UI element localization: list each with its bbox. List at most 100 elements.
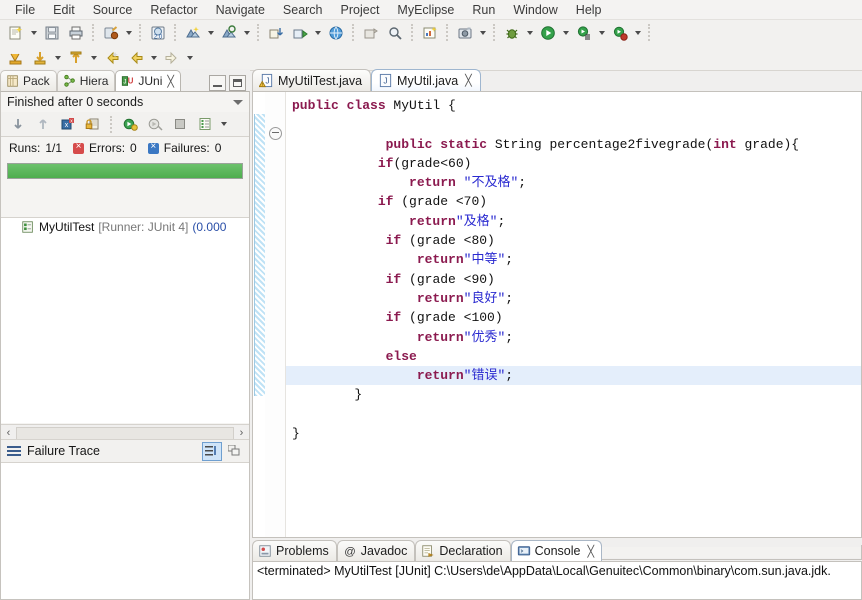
dropdown-arrow-icon[interactable] — [524, 22, 536, 43]
dropdown-arrow-icon[interactable] — [560, 22, 572, 43]
editor-body[interactable]: public class MyUtil { public static Stri… — [252, 91, 862, 538]
previous-failure-icon[interactable] — [31, 113, 55, 136]
external-tools-icon[interactable] — [572, 21, 596, 44]
code-line[interactable] — [286, 115, 861, 134]
dropdown-arrow-icon[interactable] — [184, 47, 196, 68]
rerun-test-icon[interactable] — [118, 113, 142, 136]
editor-tab-myutiltest-java[interactable]: J! MyUtilTest.java — [252, 69, 372, 91]
menu-search[interactable]: Search — [274, 2, 332, 18]
source-code[interactable]: public class MyUtil { public static Stri… — [286, 92, 861, 537]
dropdown-arrow-icon[interactable] — [52, 47, 64, 68]
failure-trace-content[interactable] — [1, 463, 249, 599]
view-menu-icon[interactable] — [233, 99, 243, 105]
run-icon[interactable] — [536, 21, 560, 44]
bottom-tab-console[interactable]: Console ╳ — [510, 540, 603, 561]
code-line[interactable]: return"优秀"; — [286, 328, 861, 347]
console-body[interactable]: <terminated> MyUtilTest [JUnit] C:\Users… — [252, 561, 862, 600]
dropdown-arrow-icon[interactable] — [312, 22, 324, 43]
dropdown-arrow-icon[interactable] — [148, 47, 160, 68]
new-chart-icon[interactable] — [418, 21, 442, 44]
import-icon[interactable] — [264, 21, 288, 44]
dropdown-arrow-icon[interactable] — [88, 47, 100, 68]
dropdown-arrow-icon[interactable] — [596, 22, 608, 43]
minimize-view-button[interactable] — [209, 75, 226, 91]
scroll-right-icon[interactable]: › — [234, 427, 249, 439]
debug-icon[interactable] — [500, 21, 524, 44]
view-tab-hiera[interactable]: Hiera — [56, 70, 116, 91]
code-line[interactable]: return"错误"; — [286, 366, 861, 386]
bottom-tab-javadoc[interactable]: @ Javadoc — [336, 540, 416, 561]
maximize-view-button[interactable] — [229, 75, 246, 91]
code-line[interactable]: } — [286, 385, 861, 404]
code-line[interactable]: } — [286, 424, 861, 443]
print-icon[interactable] — [64, 21, 88, 44]
code-line[interactable]: public class MyUtil { — [286, 96, 861, 115]
collapse-method-icon[interactable] — [269, 127, 282, 140]
code-line[interactable]: public static String percentage2fivegrad… — [286, 135, 861, 154]
menu-project[interactable]: Project — [332, 2, 389, 18]
copy-trace-icon[interactable] — [225, 442, 245, 461]
view-tab-juni[interactable]: J U JUni ╳ — [115, 70, 182, 91]
lock-scroll-icon[interactable] — [81, 113, 105, 136]
save-all-icon[interactable] — [4, 46, 28, 69]
rerun-failed-icon[interactable] — [143, 113, 167, 136]
bottom-tab-problems[interactable]: Problems — [252, 540, 337, 561]
menu-source[interactable]: Source — [84, 2, 142, 18]
menu-refactor[interactable]: Refactor — [141, 2, 206, 18]
code-line[interactable]: if (grade <100) — [286, 308, 861, 327]
search-icon[interactable] — [383, 21, 407, 44]
code-line[interactable]: return"及格"; — [286, 212, 861, 231]
save-icon[interactable] — [40, 21, 64, 44]
close-icon[interactable]: ╳ — [465, 74, 472, 87]
junit-test-tree[interactable]: MyUtilTest [Runner: JUnit 4] (0.000 — [1, 217, 249, 423]
code-line[interactable]: if (grade <80) — [286, 231, 861, 250]
back-history-icon[interactable] — [100, 46, 124, 69]
folding-ruler[interactable] — [265, 92, 286, 537]
new-java-project-icon[interactable] — [181, 21, 205, 44]
code-line[interactable]: if (grade <70) — [286, 192, 861, 211]
back-arrow-icon[interactable] — [124, 46, 148, 69]
view-menu-arrow-icon[interactable] — [218, 114, 230, 135]
close-icon[interactable]: ╳ — [167, 75, 174, 88]
upload-icon[interactable] — [64, 46, 88, 69]
snapshot-icon[interactable] — [453, 21, 477, 44]
test-result-row[interactable]: MyUtilTest [Runner: JUnit 4] (0.000 — [1, 218, 249, 236]
deploy-myeclipse-icon[interactable] — [99, 21, 123, 44]
stop-icon[interactable] — [168, 113, 192, 136]
export-icon[interactable] — [288, 21, 312, 44]
open-type-icon[interactable] — [217, 21, 241, 44]
code-line[interactable]: return"中等"; — [286, 250, 861, 269]
close-icon[interactable]: ╳ — [587, 545, 594, 558]
view-tab-pack[interactable]: Pack — [0, 70, 57, 91]
scroll-left-icon[interactable]: ‹ — [1, 427, 16, 439]
filter-stack-trace-icon[interactable] — [202, 441, 222, 461]
code-line[interactable]: return "不及格"; — [286, 173, 861, 192]
dropdown-arrow-icon[interactable] — [123, 22, 135, 43]
web-browser-20-icon[interactable]: 2.0 — [146, 21, 170, 44]
new-wizard-icon[interactable] — [4, 21, 28, 44]
forward-arrow-icon[interactable] — [160, 46, 184, 69]
bottom-tab-declaration[interactable]: Declaration — [415, 540, 511, 561]
menu-navigate[interactable]: Navigate — [207, 2, 274, 18]
menu-edit[interactable]: Edit — [44, 2, 84, 18]
download-icon[interactable] — [28, 46, 52, 69]
dropdown-arrow-icon[interactable] — [205, 22, 217, 43]
test-history-icon[interactable] — [193, 113, 217, 136]
code-line[interactable]: if(grade<60) — [286, 154, 861, 173]
show-failures-only-icon[interactable]: xx — [56, 113, 80, 136]
dropdown-arrow-icon[interactable] — [632, 22, 644, 43]
menu-file[interactable]: File — [6, 2, 44, 18]
editor-tab-myutil-java[interactable]: J MyUtil.java ╳ — [371, 69, 481, 91]
menu-myeclipse[interactable]: MyEclipse — [388, 2, 463, 18]
code-line[interactable]: if (grade <90) — [286, 270, 861, 289]
scroll-track[interactable] — [16, 426, 234, 440]
menu-help[interactable]: Help — [567, 2, 611, 18]
code-line[interactable]: else — [286, 347, 861, 366]
menu-run[interactable]: Run — [463, 2, 504, 18]
dropdown-arrow-icon[interactable] — [28, 22, 40, 43]
code-line[interactable] — [286, 405, 861, 424]
globe-icon[interactable] — [324, 21, 348, 44]
open-perspective-icon[interactable] — [359, 21, 383, 44]
menu-window[interactable]: Window — [504, 2, 566, 18]
dropdown-arrow-icon[interactable] — [241, 22, 253, 43]
